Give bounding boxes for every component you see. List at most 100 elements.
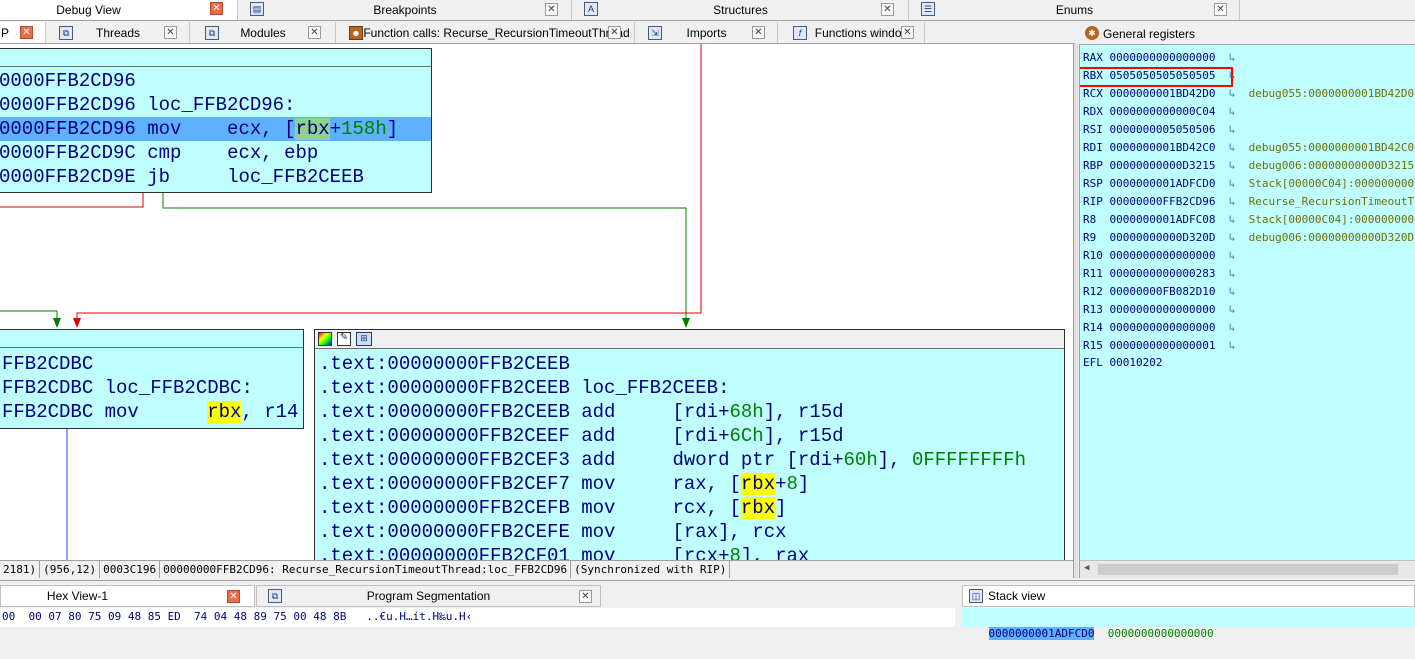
mnemonic: mov: [581, 497, 616, 519]
graph-icon[interactable]: ⊞: [356, 332, 372, 346]
jump-arrow-icon[interactable]: ↳: [1215, 159, 1248, 172]
jump-arrow-icon[interactable]: ↳: [1215, 105, 1248, 118]
code-block-left[interactable]: FFB2CDBC FFB2CDBC loc_FFB2CDBC: FFB2CDBC…: [0, 329, 304, 429]
register-row[interactable]: R15 0000000000000001 ↳: [1083, 337, 1249, 355]
tab-structures[interactable]: A Structures ✕: [573, 0, 909, 20]
asm-line[interactable]: .text:00000000FFB2CEF3 add dword ptr [rd…: [319, 448, 1026, 472]
stack-view-row[interactable]: 0000000001ADFCD0 0000000000000000: [962, 608, 1415, 640]
asm-line[interactable]: .text:00000000FFB2CEEF add [rdi+6Ch], r1…: [319, 424, 844, 448]
close-icon[interactable]: ✕: [752, 26, 765, 39]
tab-label: Program Segmentation: [366, 589, 491, 603]
arrow-head: [53, 318, 61, 328]
close-icon[interactable]: ✕: [545, 3, 558, 16]
jump-arrow-icon[interactable]: ↳: [1215, 195, 1248, 208]
register-row[interactable]: R11 0000000000000283 ↳: [1083, 265, 1249, 283]
tab-function-calls[interactable]: ☻ Function calls: Recurse_RecursionTimeo…: [337, 22, 635, 43]
close-icon[interactable]: ✕: [579, 590, 592, 603]
jump-arrow-icon[interactable]: ↳: [1215, 249, 1248, 262]
jump-arrow-icon[interactable]: ↳: [1215, 231, 1248, 244]
asm-line[interactable]: 0000FFB2CD96: [0, 69, 136, 93]
status-cell: 2181): [0, 561, 41, 578]
scroll-left-icon[interactable]: ◀: [1084, 563, 1089, 573]
close-icon[interactable]: ✕: [608, 26, 621, 39]
close-icon[interactable]: ✕: [308, 26, 321, 39]
address: .text:00000000FFB2CEFB: [319, 497, 570, 519]
efl-register[interactable]: EFL 00010202: [1083, 354, 1162, 372]
jump-arrow-icon[interactable]: ↳: [1215, 285, 1248, 298]
register-row[interactable]: RIP 00000000FFB2CD96 ↳ Recurse_Recursion…: [1083, 193, 1414, 211]
jump-arrow-icon[interactable]: ↳: [1215, 123, 1248, 136]
edit-icon[interactable]: ✎: [337, 332, 351, 346]
asm-line[interactable]: .text:00000000FFB2CEEB: [319, 352, 570, 376]
register-row[interactable]: RDI 0000000001BD42C0 ↳ debug055:00000000…: [1083, 139, 1414, 157]
graph-scrollbar[interactable]: [1073, 44, 1078, 578]
close-icon[interactable]: ✕: [164, 26, 177, 39]
jump-arrow-icon[interactable]: ↳: [1215, 321, 1248, 334]
code-block-right[interactable]: ✎ ⊞ .text:00000000FFB2CEEB .text:0000000…: [314, 329, 1065, 560]
register-row[interactable]: R9 00000000000D320D ↳ debug006:000000000…: [1083, 229, 1414, 247]
close-icon[interactable]: ✕: [901, 26, 914, 39]
asm-line[interactable]: .text:00000000FFB2CEF7 mov rax, [rbx+8]: [319, 472, 809, 496]
tab-functions-window[interactable]: f Functions window ✕: [779, 22, 925, 43]
asm-line[interactable]: .text:00000000FFB2CF01 mov [rcx+8], rax: [319, 544, 809, 560]
asm-line[interactable]: FFB2CDBC mov rbx, r14: [2, 400, 298, 424]
jump-arrow-icon[interactable]: ↳: [1215, 177, 1248, 190]
tab-stack-view[interactable]: ◫ Stack view: [962, 585, 1415, 607]
close-icon[interactable]: ✕: [210, 2, 223, 15]
close-icon[interactable]: ✕: [20, 26, 33, 39]
asm-line-current[interactable]: 0000FFB2CD96 mov ecx, [rbx+158h]: [0, 117, 431, 141]
jump-arrow-icon[interactable]: ↳: [1215, 267, 1248, 280]
color-palette-icon[interactable]: [318, 332, 332, 346]
register-row[interactable]: R14 0000000000000000 ↳: [1083, 319, 1249, 337]
address: .text:00000000FFB2CEEB: [319, 401, 570, 423]
jump-arrow-icon[interactable]: ↳: [1215, 51, 1248, 64]
hex-view-row[interactable]: 00 00 07 80 75 09 48 85 ED 74 04 48 89 7…: [0, 608, 955, 627]
tab-imports[interactable]: ⇲ Imports ✕: [636, 22, 778, 43]
tab-enums[interactable]: ☰ Enums ✕: [910, 0, 1240, 20]
scroll-thumb[interactable]: [1098, 564, 1398, 575]
code-block-top[interactable]: 0000FFB2CD96 0000FFB2CD96 loc_FFB2CD96: …: [0, 48, 432, 193]
jump-arrow-icon[interactable]: ↳: [1215, 303, 1248, 316]
register-row[interactable]: RBP 00000000000D3215 ↳ debug006:00000000…: [1083, 157, 1414, 175]
asm-line[interactable]: 0000FFB2CD9C cmp ecx, ebp: [0, 141, 318, 165]
jump-arrow-icon[interactable]: ↳: [1215, 141, 1248, 154]
registers-hscroll[interactable]: ◀: [1080, 560, 1415, 578]
asm-line[interactable]: 0000FFB2CD9E jb loc_FFB2CEEB: [0, 165, 364, 189]
register-row[interactable]: RAX 0000000000000000 ↳: [1083, 49, 1249, 67]
tab-breakpoints[interactable]: ▤ Breakpoints ✕: [239, 0, 572, 20]
jump-arrow-icon[interactable]: ↳: [1215, 87, 1248, 100]
close-icon[interactable]: ✕: [227, 590, 240, 603]
graph-view[interactable]: 0000FFB2CD96 0000FFB2CD96 loc_FFB2CD96: …: [0, 44, 1073, 560]
asm-line[interactable]: .text:00000000FFB2CEFE mov [rax], rcx: [319, 520, 787, 544]
close-icon[interactable]: ✕: [1214, 3, 1227, 16]
imports-icon: ⇲: [648, 26, 662, 40]
address: 0000FFB2CD9C: [0, 142, 136, 164]
register-row[interactable]: RCX 0000000001BD42D0 ↳ debug055:00000000…: [1083, 85, 1414, 103]
register-row[interactable]: RDX 0000000000000C04 ↳: [1083, 103, 1249, 121]
tab-modules[interactable]: ⧉ Modules ✕: [191, 22, 336, 43]
asm-line[interactable]: .text:00000000FFB2CEEB loc_FFB2CEEB:: [319, 376, 729, 400]
tab-hex-view[interactable]: Hex View-1 ✕: [0, 585, 255, 607]
mnemonic: jb: [147, 166, 171, 188]
status-cell: 00000000FFB2CD96: Recurse_RecursionTimeo…: [160, 561, 572, 578]
register-row[interactable]: R12 00000000FB082D10 ↳: [1083, 283, 1249, 301]
asm-line[interactable]: .text:00000000FFB2CEFB mov rcx, [rbx]: [319, 496, 787, 520]
asm-line[interactable]: FFB2CDBC loc_FFB2CDBC:: [2, 376, 253, 400]
register-row[interactable]: R13 0000000000000000 ↳: [1083, 301, 1249, 319]
general-registers-panel[interactable]: RAX 0000000000000000 ↳ RBX 0505050505050…: [1079, 45, 1415, 578]
tab-program-segmentation[interactable]: ⧉ Program Segmentation ✕: [256, 585, 601, 607]
tab-label: Enums: [1055, 3, 1094, 17]
register-row[interactable]: RSI 0000000005050506 ↳: [1083, 121, 1249, 139]
tab-idaview[interactable]: P ✕: [0, 22, 46, 43]
asm-line[interactable]: FFB2CDBC: [2, 352, 93, 376]
asm-line[interactable]: 0000FFB2CD96 loc_FFB2CD96:: [0, 93, 295, 117]
register-row[interactable]: RSP 0000000001ADFCD0 ↳ Stack[00000C04]:0…: [1083, 175, 1415, 193]
tab-debug-view[interactable]: Debug View ✕: [0, 0, 238, 20]
register-row[interactable]: R8 0000000001ADFC08 ↳ Stack[00000C04]:00…: [1083, 211, 1415, 229]
asm-line[interactable]: .text:00000000FFB2CEEB add [rdi+68h], r1…: [319, 400, 844, 424]
tab-threads[interactable]: ⧉ Threads ✕: [47, 22, 190, 43]
register-row[interactable]: R10 0000000000000000 ↳: [1083, 247, 1249, 265]
jump-arrow-icon[interactable]: ↳: [1215, 339, 1248, 352]
jump-arrow-icon[interactable]: ↳: [1215, 213, 1248, 226]
close-icon[interactable]: ✕: [881, 3, 894, 16]
